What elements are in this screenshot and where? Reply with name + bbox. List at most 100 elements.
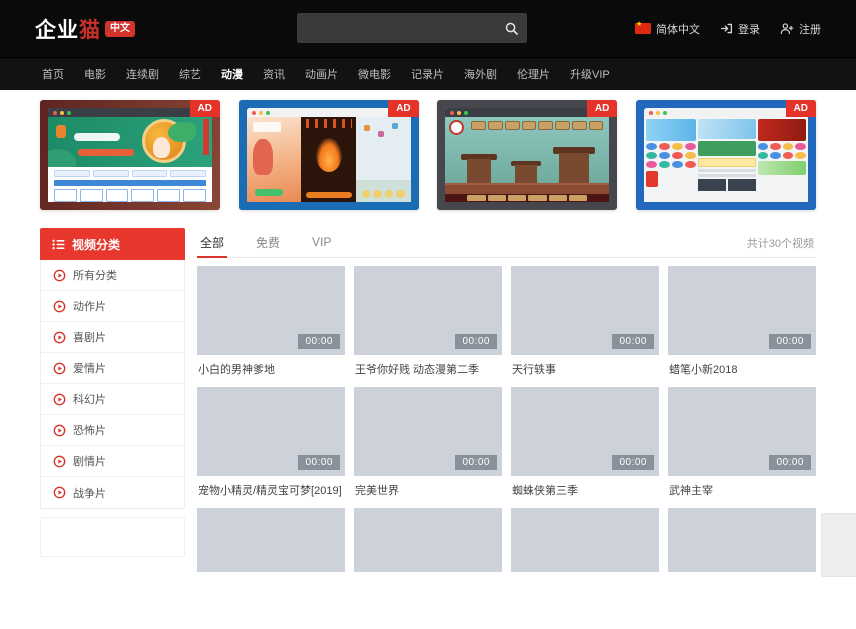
ad-banner-3-preview bbox=[445, 108, 609, 202]
floating-widget[interactable] bbox=[821, 513, 856, 577]
sidebar-item[interactable]: 喜剧片 bbox=[41, 322, 184, 353]
video-thumbnail[interactable]: 00:00 bbox=[354, 387, 502, 476]
video-title[interactable]: 王爷你好贱 动态漫第二季 bbox=[355, 363, 501, 377]
video-title[interactable]: 天行轶事 bbox=[512, 363, 658, 377]
search-icon bbox=[505, 22, 518, 35]
video-title[interactable]: 完美世界 bbox=[355, 484, 501, 498]
video-thumbnail[interactable]: 00:00 bbox=[668, 387, 816, 476]
tab[interactable]: VIP bbox=[309, 228, 334, 258]
browser-bar bbox=[247, 108, 411, 117]
duration-badge: 00:00 bbox=[455, 455, 497, 470]
video-title[interactable]: 蜘蛛侠第三季 bbox=[512, 484, 658, 498]
ad-banner-2[interactable]: AD bbox=[239, 100, 419, 210]
nav-item[interactable]: 记录片 bbox=[401, 58, 454, 90]
nav-item[interactable]: 海外剧 bbox=[454, 58, 507, 90]
tab[interactable]: 免费 bbox=[253, 228, 283, 258]
sidebar-item[interactable]: 爱情片 bbox=[41, 353, 184, 384]
sidebar-item[interactable]: 战争片 bbox=[41, 477, 184, 508]
video-thumbnail[interactable]: 00:00 bbox=[197, 387, 345, 476]
sidebar-item-label: 喜剧片 bbox=[73, 329, 106, 345]
video-card[interactable]: 00:00 bbox=[511, 508, 659, 629]
ad-banner-4-preview bbox=[644, 108, 808, 202]
ad-banner-1[interactable]: AD bbox=[40, 100, 220, 210]
video-title[interactable] bbox=[669, 605, 815, 619]
sidebar-item[interactable]: 科幻片 bbox=[41, 384, 184, 415]
duration-badge: 00:00 bbox=[612, 334, 654, 349]
video-card[interactable]: 00:00 王爷你好贱 动态漫第二季 bbox=[354, 266, 502, 387]
nav-item[interactable]: 伦理片 bbox=[507, 58, 560, 90]
nav-item[interactable]: 连续剧 bbox=[116, 58, 169, 90]
login-link[interactable]: 登录 bbox=[720, 21, 760, 37]
category-list-icon bbox=[52, 238, 65, 251]
nav-item[interactable]: 动漫 bbox=[211, 58, 253, 90]
sidebar-item-label: 科幻片 bbox=[73, 391, 106, 407]
play-circle-icon bbox=[53, 362, 66, 375]
search-button[interactable] bbox=[495, 13, 527, 43]
sidebar-item[interactable]: 恐怖片 bbox=[41, 415, 184, 446]
ad-banner-4[interactable]: AD bbox=[636, 100, 816, 210]
video-card[interactable]: 00:00 武神主宰 bbox=[668, 387, 816, 508]
video-title[interactable]: 小白的男神爹地 bbox=[198, 363, 344, 377]
main-area: 视频分类 所有分类 动作片 喜剧片 爱情片 科幻片 bbox=[0, 228, 856, 629]
video-count: 共计30个视频 bbox=[747, 235, 814, 251]
tab[interactable]: 全部 bbox=[197, 228, 227, 258]
sidebar-item[interactable]: 动作片 bbox=[41, 291, 184, 322]
sidebar: 视频分类 所有分类 动作片 喜剧片 爱情片 科幻片 bbox=[40, 228, 185, 557]
nav-item[interactable]: 动画片 bbox=[295, 58, 348, 90]
nav-item[interactable]: 首页 bbox=[32, 58, 74, 90]
video-title[interactable] bbox=[198, 605, 344, 619]
video-title[interactable] bbox=[512, 605, 658, 619]
video-title[interactable]: 蜡笔小新2018 bbox=[669, 363, 815, 377]
duration-badge: 00:00 bbox=[769, 334, 811, 349]
nav-item[interactable]: 微电影 bbox=[348, 58, 401, 90]
nav-item-label: 资讯 bbox=[263, 66, 285, 82]
nav-item[interactable]: 升级VIP bbox=[560, 58, 620, 90]
video-title[interactable]: 武神主宰 bbox=[669, 484, 815, 498]
ad-badge: AD bbox=[587, 100, 617, 117]
video-card[interactable]: 00:00 小白的男神爹地 bbox=[197, 266, 345, 387]
video-thumbnail[interactable]: 00:00 bbox=[354, 266, 502, 355]
page: 企业 猫 中文 ★ 简体中文 登录 bbox=[0, 0, 856, 600]
video-card[interactable]: 00:00 bbox=[668, 508, 816, 629]
duration-badge: 00:00 bbox=[298, 455, 340, 470]
register-link[interactable]: 注册 bbox=[780, 21, 821, 37]
nav-list: 首页 电影 连续剧 综艺 动漫 资讯 动画片 微电影 记录片 海外剧 伦理片 升… bbox=[32, 58, 620, 90]
site-logo[interactable]: 企业 猫 中文 bbox=[35, 14, 135, 44]
header-actions: ★ 简体中文 登录 注册 bbox=[635, 21, 821, 37]
video-thumbnail[interactable]: 00:00 bbox=[511, 387, 659, 476]
nav-item-label: 伦理片 bbox=[517, 66, 550, 82]
nav-item-label: 升级VIP bbox=[570, 66, 610, 82]
nav-item-label: 电影 bbox=[84, 66, 106, 82]
video-title[interactable]: 宠物小精灵/精灵宝可梦[2019] bbox=[198, 484, 344, 498]
tab-label: 免费 bbox=[256, 234, 280, 251]
sidebar-item[interactable]: 剧情片 bbox=[41, 446, 184, 477]
ad-banner-3[interactable]: AD bbox=[437, 100, 617, 210]
main-nav: 首页 电影 连续剧 综艺 动漫 资讯 动画片 微电影 记录片 海外剧 伦理片 升… bbox=[0, 57, 856, 90]
search-input[interactable] bbox=[297, 13, 495, 43]
sidebar-item[interactable]: 所有分类 bbox=[41, 260, 184, 291]
nav-item[interactable]: 综艺 bbox=[169, 58, 211, 90]
video-card[interactable]: 00:00 蜘蛛侠第三季 bbox=[511, 387, 659, 508]
video-thumbnail[interactable]: 00:00 bbox=[668, 266, 816, 355]
video-card[interactable]: 00:00 bbox=[197, 508, 345, 629]
video-card[interactable]: 00:00 宠物小精灵/精灵宝可梦[2019] bbox=[197, 387, 345, 508]
video-title[interactable] bbox=[355, 605, 501, 619]
logo-text-accent: 猫 bbox=[79, 14, 100, 44]
login-icon bbox=[720, 22, 733, 35]
sidebar-title: 视频分类 bbox=[72, 236, 120, 253]
video-card[interactable]: 00:00 bbox=[354, 508, 502, 629]
video-card[interactable]: 00:00 完美世界 bbox=[354, 387, 502, 508]
nav-item[interactable]: 资讯 bbox=[253, 58, 295, 90]
duration-badge: 00:00 bbox=[455, 334, 497, 349]
nav-item-label: 综艺 bbox=[179, 66, 201, 82]
language-switch[interactable]: ★ 简体中文 bbox=[635, 21, 700, 37]
ad-strip: AD AD bbox=[0, 90, 856, 228]
login-label: 登录 bbox=[738, 21, 760, 37]
nav-item[interactable]: 电影 bbox=[74, 58, 116, 90]
video-thumbnail[interactable]: 00:00 bbox=[511, 266, 659, 355]
video-card[interactable]: 00:00 天行轶事 bbox=[511, 266, 659, 387]
video-card[interactable]: 00:00 蜡笔小新2018 bbox=[668, 266, 816, 387]
video-thumbnail[interactable]: 00:00 bbox=[197, 266, 345, 355]
sidebar-list: 所有分类 动作片 喜剧片 爱情片 科幻片 恐怖片 bbox=[40, 260, 185, 509]
tab-bar: 全部 免费 VIP 共计30个视频 bbox=[197, 228, 816, 258]
